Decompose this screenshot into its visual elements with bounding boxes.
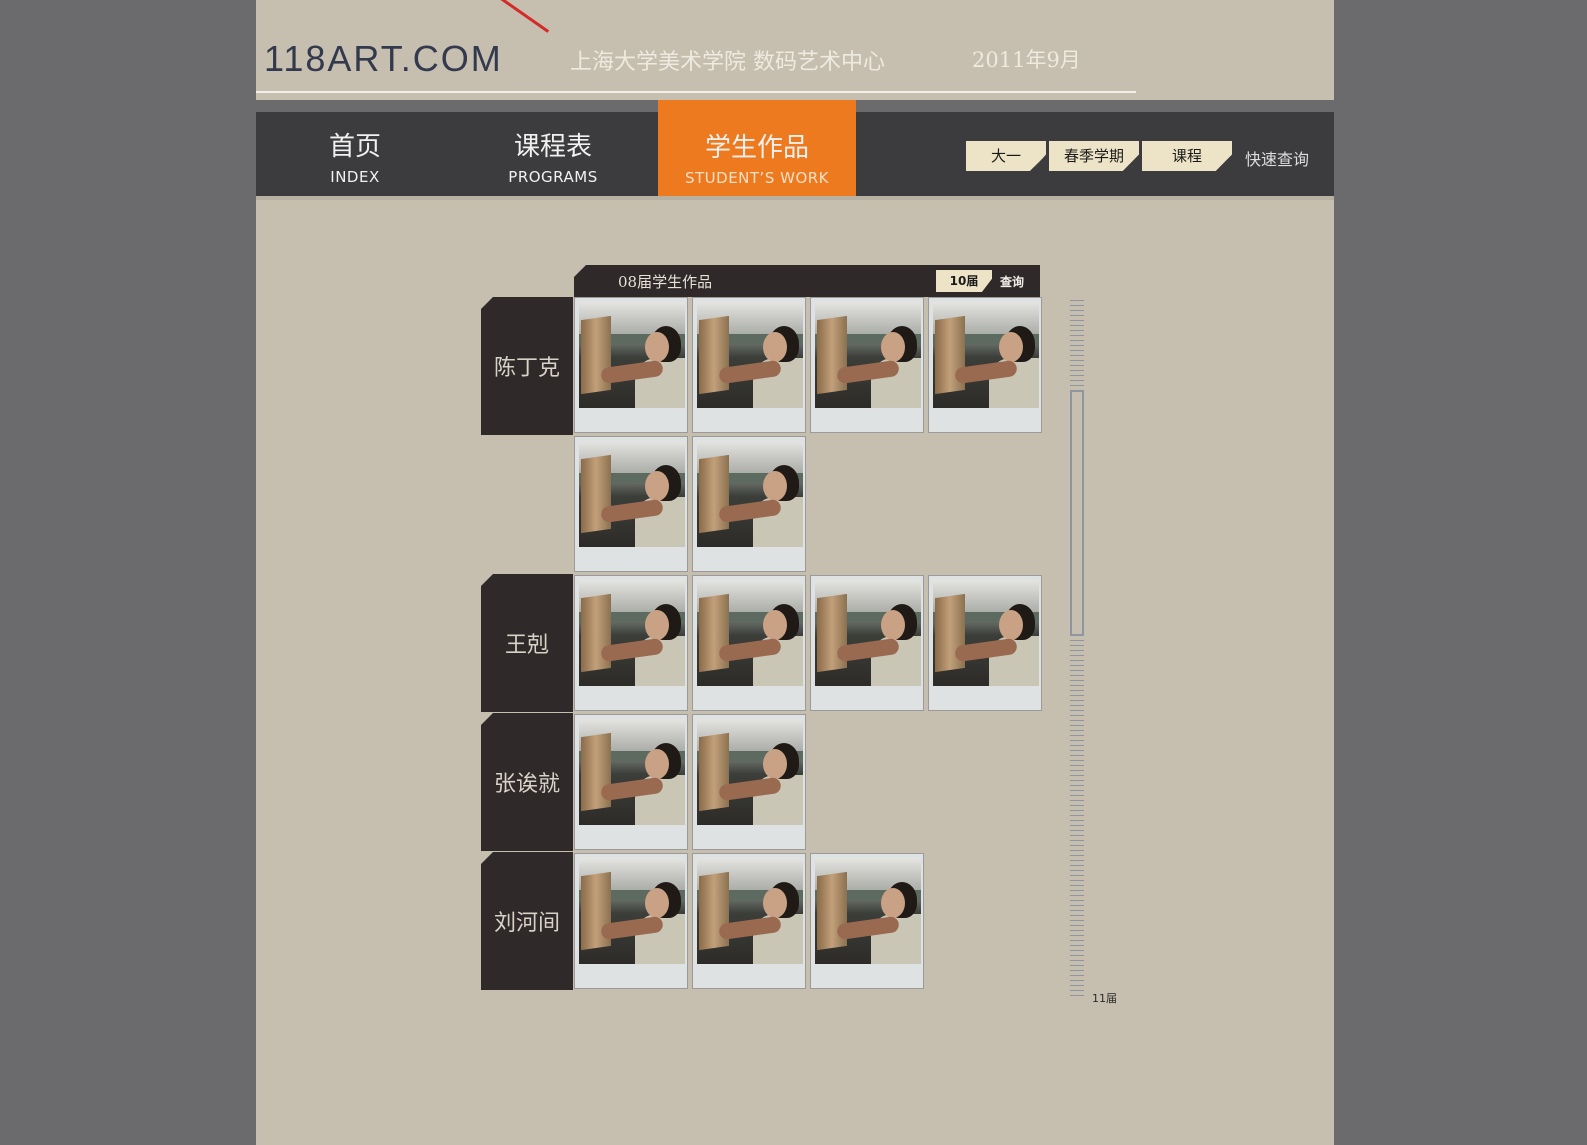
student-tab[interactable]: 张诶就: [481, 713, 573, 851]
work-thumbnail[interactable]: [692, 853, 806, 989]
filter-year[interactable]: 大一: [966, 141, 1046, 171]
work-image: [579, 580, 685, 686]
student-tab[interactable]: 刘河间: [481, 852, 573, 990]
work-thumbnail[interactable]: [692, 575, 806, 711]
site-date: 2011年9月: [972, 48, 1081, 72]
main-nav: 首页 INDEX 课程表 PROGRAMS 学生作品 STUDENT’S WOR…: [256, 100, 1334, 196]
header-divider: [256, 91, 1136, 93]
work-thumbnail[interactable]: [574, 714, 688, 850]
work-image: [697, 580, 803, 686]
nav-item-label: 学生作品: [704, 133, 809, 163]
nav-bottom-border: [256, 196, 1334, 200]
work-image: [933, 580, 1039, 686]
header: 118ART.COM 上海大学美术学院 数码艺术中心 2011年9月: [256, 0, 1334, 100]
student-tab[interactable]: 王剋: [481, 574, 573, 712]
work-image: [579, 302, 685, 408]
work-thumbnail[interactable]: [810, 853, 924, 989]
gallery-title: 08届学生作品: [618, 273, 713, 291]
work-image: [579, 858, 685, 964]
work-image: [815, 580, 921, 686]
grade-scrollbar[interactable]: [1070, 300, 1084, 1000]
nav-item-programs[interactable]: 课程表 PROGRAMS: [454, 112, 652, 196]
work-image: [579, 719, 685, 825]
site-subtitle: 上海大学美术学院 数码艺术中心: [570, 50, 885, 75]
work-image: [933, 302, 1039, 408]
work-thumbnail[interactable]: [810, 297, 924, 433]
site-logo[interactable]: 118ART.COM: [264, 38, 503, 80]
query-button[interactable]: 查询: [1000, 273, 1024, 290]
nav-item-sublabel: INDEX: [330, 168, 380, 186]
work-thumbnail[interactable]: [574, 575, 688, 711]
quick-search-link[interactable]: 快速查询: [1245, 146, 1309, 170]
work-image: [697, 302, 803, 408]
work-thumbnail[interactable]: [928, 575, 1042, 711]
work-image: [579, 441, 685, 547]
nav-item-index[interactable]: 首页 INDEX: [256, 112, 454, 196]
filter-semester[interactable]: 春季学期: [1049, 141, 1139, 171]
grade-select-button[interactable]: 10届: [936, 270, 992, 292]
scroll-thumb[interactable]: [1070, 390, 1084, 636]
work-image: [697, 441, 803, 547]
work-thumbnail[interactable]: [574, 436, 688, 572]
work-thumbnail[interactable]: [574, 853, 688, 989]
work-thumbnail[interactable]: [574, 297, 688, 433]
scroll-label: 11届: [1092, 992, 1117, 1005]
work-thumbnail[interactable]: [692, 714, 806, 850]
nav-item-label: 首页: [328, 132, 381, 162]
nav-item-label: 课程表: [513, 132, 592, 162]
work-thumbnail[interactable]: [692, 436, 806, 572]
nav-item-students-work[interactable]: 学生作品 STUDENT’S WORK: [658, 100, 856, 196]
work-image: [697, 719, 803, 825]
work-thumbnail[interactable]: [810, 575, 924, 711]
work-thumbnail[interactable]: [928, 297, 1042, 433]
work-thumbnail[interactable]: [692, 297, 806, 433]
work-image: [815, 858, 921, 964]
gallery-header: 08届学生作品 10届 查询: [574, 265, 1040, 297]
nav-item-sublabel: STUDENT’S WORK: [684, 169, 830, 187]
nav-item-sublabel: PROGRAMS: [508, 168, 598, 186]
student-tab[interactable]: 陈丁克: [481, 297, 573, 435]
filter-course[interactable]: 课程: [1142, 141, 1232, 171]
work-image: [815, 302, 921, 408]
work-image: [697, 858, 803, 964]
decorative-red-line: [498, 0, 550, 33]
